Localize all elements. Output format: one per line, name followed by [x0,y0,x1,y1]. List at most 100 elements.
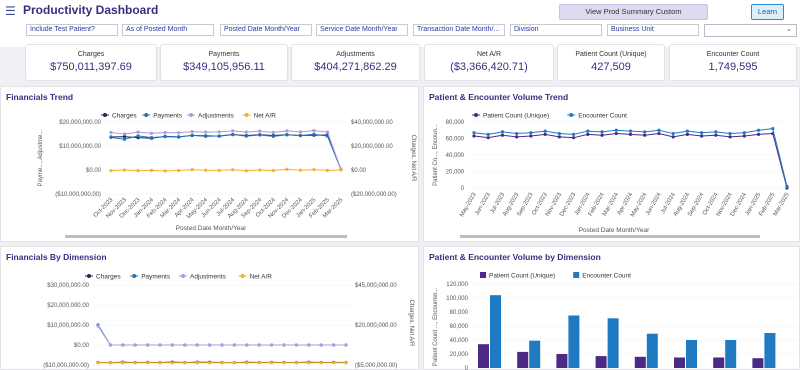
data-point [149,168,154,172]
legend-label: Payments [141,274,171,281]
filter-include-test-patient[interactable]: Include Test Patient? [26,24,118,36]
filter-business-unit[interactable]: Business Unit [607,24,699,36]
panel-financials-trend: Financials Trend $20,000,000.00 $10,000,0… [0,86,419,242]
bar [595,356,607,368]
data-point [298,130,303,134]
bar [607,318,619,368]
data-point [294,361,298,365]
kpi-net-ar: Net A/R ($3,366,420.71) [424,44,554,81]
data-point [217,130,221,134]
data-point [282,343,286,347]
bar [646,333,658,368]
view-prod-summary-button[interactable]: View Prod Summary Custom [559,4,708,20]
data-point [671,135,675,139]
data-point [756,132,761,136]
data-point [109,135,113,139]
data-point [298,134,303,138]
legend-label: Encounter Count [578,113,627,120]
learn-button[interactable]: Learn [751,4,784,20]
panel-patient-encounter-trend: Patient & Encounter Volume Trend 80,000 6… [423,86,800,242]
filter-service-date[interactable]: Service Date Month/Year [316,24,408,36]
data-point [204,134,208,138]
filter-division[interactable]: Division [510,24,602,36]
kpi-value: $404,271,862.29 [314,61,397,73]
y-tick-label: $20,000,000.00 [47,303,89,309]
kpi-label: Charges [77,51,105,58]
y-tick-label: 60,000 [446,137,465,143]
data-point [122,137,127,141]
series-line [97,325,346,346]
financials-trend-chart: $20,000,000.00 $10,000,000.00 $0.00 ($10,00… [38,113,416,238]
page-title: Productivity Dashboard [23,3,159,17]
data-point [220,343,224,347]
data-point [728,135,732,139]
data-point [258,133,262,137]
data-point [557,135,561,139]
data-point [643,133,647,137]
data-point [312,168,316,172]
data-point [339,168,343,172]
legend-marker [87,274,91,278]
data-point [177,131,181,135]
bar [674,357,685,368]
y-axis-label: Patient Co..., Encoun... [433,124,439,186]
data-point [217,134,221,138]
data-point [163,135,167,139]
patient-encounter-trend-chart: 80,000 60,000 40,000 20,000 0 Patient Co..., … [433,113,791,238]
data-point [158,361,162,365]
data-point [271,130,275,134]
data-point [232,361,236,365]
y2-tick-label: $20,000,000.00 [351,144,393,150]
filter-transaction-date[interactable]: Transaction Date Month/... [413,24,505,36]
legend-label: Charges [112,113,137,120]
business-unit-dropdown[interactable]: ⌄ [704,24,797,37]
data-point [600,130,604,134]
data-point [628,132,633,136]
data-point [771,127,775,131]
data-point [319,361,323,365]
data-point [486,136,490,140]
scrollbar [460,235,760,238]
data-point [208,343,212,347]
top-bar: ☰ Productivity Dashboard View Prod Summa… [0,0,800,47]
legend-label: Net A/R [250,274,273,281]
series-line [110,168,342,172]
kpi-value: 427,509 [591,61,631,73]
y-tick-label: $0.00 [74,343,90,349]
data-point [307,361,311,365]
data-point [149,131,154,135]
scrollbar [65,235,347,238]
y-tick-label: 20,000 [446,170,465,176]
data-point [657,128,661,132]
y-tick-label: $30,000,000.00 [47,283,89,289]
y-tick-label: 0 [465,366,469,370]
data-point [190,133,194,137]
legend-marker [132,274,137,278]
y-tick-label: 40,000 [446,153,465,159]
data-point [307,343,311,347]
data-point [614,128,618,132]
legend-marker [244,113,249,117]
hamburger-menu-icon[interactable]: ☰ [5,4,16,18]
bar [634,356,646,368]
filter-as-of-posted-month[interactable]: As of Posted Month [122,24,214,36]
data-point [122,132,127,136]
bar [764,333,776,368]
data-point [217,168,221,172]
data-point [742,134,746,138]
data-point [109,169,113,173]
legend-label: Adjustments [190,274,227,281]
legend-label: Payments [153,113,183,120]
data-point [163,130,167,135]
filter-posted-date[interactable]: Posted Date Month/Year [220,24,312,36]
data-point [271,168,275,173]
legend-marker [569,113,574,117]
data-point [529,131,533,135]
data-point [285,167,289,171]
data-point [208,361,212,365]
data-point [543,132,547,136]
legend-marker [189,113,193,117]
financials-by-dimension-chart: $30,000,000.00 $20,000,000.00 $10,000,000.… [43,274,414,370]
data-point [282,361,286,365]
kpi-label: Net A/R [476,51,502,58]
